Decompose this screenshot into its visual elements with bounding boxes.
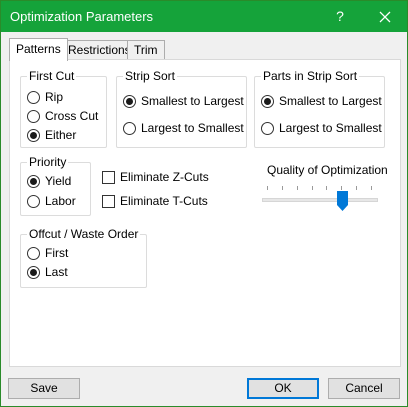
cancel-button[interactable]: Cancel [328, 378, 400, 399]
radio-button-selected-icon [27, 175, 40, 188]
slider-tick [282, 186, 283, 190]
checkbox-label: Eliminate T-Cuts [120, 194, 208, 208]
radio-button-icon [261, 122, 274, 135]
radio-button-selected-icon [27, 129, 40, 142]
title-bar[interactable]: Optimization Parameters ? [1, 1, 407, 32]
radio-button-icon [27, 110, 40, 123]
checkbox-label: Eliminate Z-Cuts [120, 170, 209, 184]
radio-button-selected-icon [27, 266, 40, 279]
radio-label: Smallest to Largest [279, 94, 382, 108]
dialog-window: Optimization Parameters ? Patterns Restr… [0, 0, 408, 407]
radio-label: Largest to Smallest [279, 121, 382, 135]
radio-label: Cross Cut [45, 109, 99, 123]
radio-label: Largest to Smallest [141, 121, 244, 135]
radio-button-selected-icon [261, 95, 274, 108]
slider-tick [267, 186, 268, 190]
window-title: Optimization Parameters [10, 9, 154, 24]
radio-label: First [45, 246, 69, 260]
radio-label: Smallest to Largest [141, 94, 244, 108]
help-button[interactable]: ? [325, 1, 355, 32]
radio-button-icon [27, 91, 40, 104]
radio-button-icon [27, 247, 40, 260]
strip-sort-legend: Strip Sort [123, 69, 178, 83]
radio-button-icon [27, 195, 40, 208]
offcut-waste-order-group: Offcut / Waste Order [20, 227, 147, 288]
checkbox-icon [102, 195, 115, 208]
radio-label: Last [45, 265, 68, 279]
radio-button-selected-icon [123, 95, 136, 108]
parts-in-strip-sort-legend: Parts in Strip Sort [261, 69, 360, 83]
offcut-waste-order-legend: Offcut / Waste Order [27, 227, 141, 241]
ok-button[interactable]: OK [247, 378, 319, 399]
quality-slider-track[interactable] [262, 198, 378, 202]
parts-in-strip-sort-group: Parts in Strip Sort [254, 69, 385, 148]
slider-tick [297, 186, 298, 190]
slider-tick [371, 186, 372, 190]
slider-tick [356, 186, 357, 190]
radio-label: Either [45, 128, 77, 142]
tab-trim[interactable]: Trim [127, 40, 165, 60]
tab-patterns[interactable]: Patterns [9, 38, 68, 61]
quality-slider-thumb[interactable] [337, 191, 348, 211]
slider-tick [312, 186, 313, 190]
first-cut-legend: First Cut [27, 69, 77, 83]
close-button[interactable] [363, 1, 407, 32]
save-button[interactable]: Save [8, 378, 80, 399]
quality-slider-label: Quality of Optimization [267, 163, 388, 177]
radio-label: Rip [45, 90, 64, 104]
radio-button-icon [123, 122, 136, 135]
priority-legend: Priority [27, 155, 69, 169]
checkbox-icon [102, 171, 115, 184]
slider-tick [341, 186, 342, 190]
slider-tick [326, 186, 327, 190]
radio-label: Yield [45, 174, 72, 188]
close-icon [379, 11, 391, 23]
strip-sort-group: Strip Sort [116, 69, 247, 148]
radio-label: Labor [45, 194, 76, 208]
